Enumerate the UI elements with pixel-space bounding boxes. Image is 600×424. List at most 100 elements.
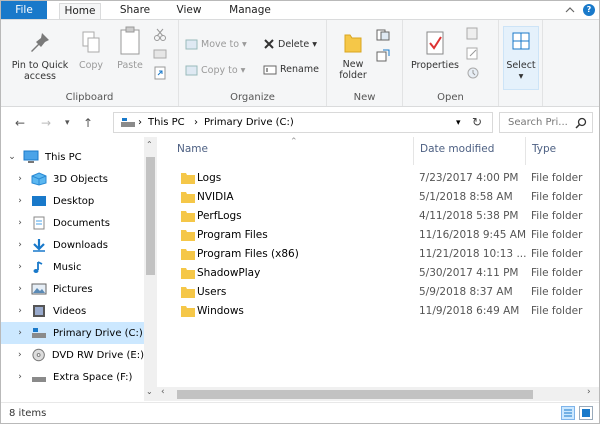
file-name: PerfLogs — [197, 210, 242, 222]
properties-button[interactable]: Properties — [409, 30, 461, 71]
refresh-icon[interactable]: ↻ — [472, 115, 482, 129]
pictures-icon — [31, 283, 47, 295]
expand-chevron-icon[interactable]: › — [15, 284, 25, 294]
breadcrumb-this-pc[interactable]: This PC — [148, 117, 185, 128]
breadcrumb-separator-icon[interactable]: › — [194, 117, 198, 128]
copy-to-button[interactable]: Copy to ▾ — [185, 64, 245, 76]
file-row[interactable]: Program Files (x86) 11/21/2018 10:13 ...… — [171, 245, 599, 264]
breadcrumb-separator-icon[interactable]: › — [138, 117, 142, 128]
expand-chevron-icon[interactable]: › — [15, 372, 25, 382]
file-date: 11/21/2018 10:13 ... — [419, 248, 527, 260]
nav-scrollbar-thumb[interactable] — [146, 157, 155, 275]
search-placeholder: Search Pri... — [508, 117, 568, 128]
nav-item-this-pc[interactable]: ⌄ This PC — [1, 146, 144, 168]
open-icon[interactable] — [465, 26, 481, 40]
address-box[interactable]: › This PC › Primary Drive (C:) ▾ ↻ — [113, 112, 493, 133]
expand-chevron-icon[interactable]: › — [15, 240, 25, 250]
nav-item-documents[interactable]: › Documents — [1, 212, 144, 234]
column-divider[interactable] — [525, 137, 526, 165]
paste-shortcut-icon[interactable] — [153, 66, 167, 80]
cut-icon[interactable] — [153, 28, 167, 42]
new-folder-button[interactable]: New folder — [333, 30, 373, 81]
horizontal-scrollbar[interactable]: ‹ › — [157, 387, 599, 401]
tab-file[interactable]: File — [1, 1, 47, 19]
collapse-chevron-icon[interactable]: ⌄ — [7, 152, 17, 162]
nav-item-primary-drive[interactable]: › Primary Drive (C:) — [1, 322, 144, 344]
expand-chevron-icon[interactable]: › — [15, 218, 25, 228]
tab-home[interactable]: Home — [59, 3, 101, 20]
tab-manage[interactable]: Manage — [223, 3, 277, 19]
nav-scrollbar[interactable]: ⌃ ⌄ — [144, 137, 157, 401]
new-folder-label: New folder — [339, 59, 367, 81]
expand-chevron-icon[interactable]: › — [15, 306, 25, 316]
organize-group-label: Organize — [230, 92, 275, 103]
new-group: New folder New — [327, 20, 403, 106]
scroll-up-icon[interactable]: ⌃ — [146, 140, 153, 149]
file-type: File folder — [531, 267, 583, 279]
copy-to-icon — [185, 65, 198, 76]
expand-chevron-icon[interactable]: › — [15, 196, 25, 206]
delete-button[interactable]: Delete ▾ — [263, 38, 317, 50]
search-input[interactable]: Search Pri... — [499, 112, 593, 133]
copy-button[interactable]: Copy — [75, 30, 107, 71]
file-row[interactable]: Program Files 11/16/2018 9:45 AM File fo… — [171, 226, 599, 245]
tab-share[interactable]: Share — [113, 3, 157, 19]
new-group-label: New — [353, 92, 376, 103]
help-icon[interactable]: ? — [583, 4, 595, 16]
expand-chevron-icon[interactable]: › — [15, 174, 25, 184]
nav-label: This PC — [45, 151, 82, 163]
file-row[interactable]: PerfLogs 4/11/2018 5:38 PM File folder — [171, 207, 599, 226]
file-row[interactable]: NVIDIA 5/1/2018 8:58 AM File folder — [171, 188, 599, 207]
nav-item-extra-space[interactable]: › Extra Space (F:) — [1, 366, 144, 388]
file-row[interactable]: ShadowPlay 5/30/2017 4:11 PM File folder — [171, 264, 599, 283]
expand-chevron-icon[interactable]: › — [15, 350, 25, 360]
nav-item-dvd-drive[interactable]: › DVD RW Drive (E:) — [1, 344, 144, 366]
tab-view[interactable]: View — [169, 3, 209, 19]
cube-icon — [31, 172, 47, 186]
column-header-type[interactable]: Type — [532, 143, 556, 155]
expand-chevron-icon[interactable]: › — [15, 262, 25, 272]
nav-item-music[interactable]: › Music — [1, 256, 144, 278]
desktop-icon — [32, 196, 46, 206]
large-icons-view-button[interactable] — [579, 406, 593, 420]
file-type: File folder — [531, 172, 583, 184]
copy-path-icon[interactable] — [153, 48, 167, 60]
new-item-icon[interactable] — [375, 28, 393, 42]
collapse-ribbon-icon[interactable] — [565, 5, 575, 15]
file-date: 4/11/2018 5:38 PM — [419, 210, 519, 222]
edit-icon[interactable] — [465, 46, 481, 60]
column-header-date[interactable]: Date modified — [420, 143, 494, 155]
up-arrow-icon[interactable]: ↑ — [83, 116, 93, 130]
history-icon[interactable] — [465, 66, 481, 80]
expand-chevron-icon[interactable]: › — [15, 328, 25, 338]
file-name: Users — [197, 286, 227, 298]
column-header-name[interactable]: Name — [177, 143, 208, 155]
horizontal-scrollbar-thumb[interactable] — [177, 390, 533, 399]
paste-button[interactable]: Paste — [113, 26, 147, 71]
details-view-button[interactable] — [561, 406, 575, 420]
select-button[interactable]: Select ▾ — [503, 26, 539, 90]
file-row[interactable]: Users 5/9/2018 8:37 AM File folder — [171, 283, 599, 302]
pin-to-quick-access-button[interactable]: Pin to Quick access — [7, 30, 73, 82]
easy-access-icon[interactable] — [375, 48, 393, 62]
nav-item-desktop[interactable]: › Desktop — [1, 190, 144, 212]
column-divider[interactable] — [413, 137, 414, 165]
forward-arrow-icon[interactable]: → — [41, 116, 51, 130]
scroll-left-icon[interactable]: ‹ — [161, 387, 165, 397]
recent-locations-icon[interactable]: ▾ — [65, 118, 70, 128]
nav-item-downloads[interactable]: › Downloads — [1, 234, 144, 256]
back-arrow-icon[interactable]: ← — [15, 116, 25, 130]
move-to-button[interactable]: Move to ▾ — [185, 38, 247, 50]
nav-item-videos[interactable]: › Videos — [1, 300, 144, 322]
file-row[interactable]: Logs 7/23/2017 4:00 PM File folder — [171, 169, 599, 188]
scroll-down-icon[interactable]: ⌄ — [146, 387, 153, 396]
nav-item-3d-objects[interactable]: › 3D Objects — [1, 168, 144, 190]
scroll-right-icon[interactable]: › — [587, 387, 591, 397]
copy-icon — [82, 31, 100, 53]
file-row[interactable]: Windows 11/9/2018 6:49 AM File folder — [171, 302, 599, 321]
rename-button[interactable]: Rename — [263, 64, 319, 75]
breadcrumb-primary-drive[interactable]: Primary Drive (C:) — [204, 117, 294, 128]
move-to-icon — [185, 39, 198, 50]
nav-item-pictures[interactable]: › Pictures — [1, 278, 144, 300]
address-dropdown-icon[interactable]: ▾ — [456, 118, 461, 128]
